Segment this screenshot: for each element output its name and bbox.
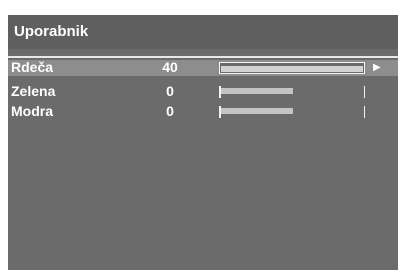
setting-row-blue[interactable]: Modra 0 [8, 103, 398, 120]
arrow-right-icon: ▶ [373, 62, 381, 73]
menu-title: Uporabnik [14, 23, 89, 40]
user-settings-menu: Uporabnik Rdeča 40 ▶ Zelena 0 Modra 0 [8, 15, 398, 270]
setting-label: Modra [11, 103, 53, 119]
level-slider-fill [221, 88, 293, 94]
level-slider-fill [221, 108, 293, 114]
setting-value: 40 [162, 59, 178, 75]
setting-label: Rdeča [11, 59, 54, 75]
setting-row-red[interactable]: Rdeča 40 ▶ [8, 59, 398, 76]
setting-value: 0 [166, 83, 174, 99]
header-divider [8, 56, 398, 58]
setting-value: 0 [166, 103, 174, 119]
level-slider-fill [221, 66, 363, 72]
level-slider[interactable] [219, 86, 365, 98]
setting-label: Zelena [11, 83, 56, 99]
level-slider[interactable] [219, 62, 365, 74]
setting-row-green[interactable]: Zelena 0 [8, 83, 398, 100]
level-slider[interactable] [219, 106, 365, 118]
menu-header: Uporabnik [8, 15, 398, 49]
